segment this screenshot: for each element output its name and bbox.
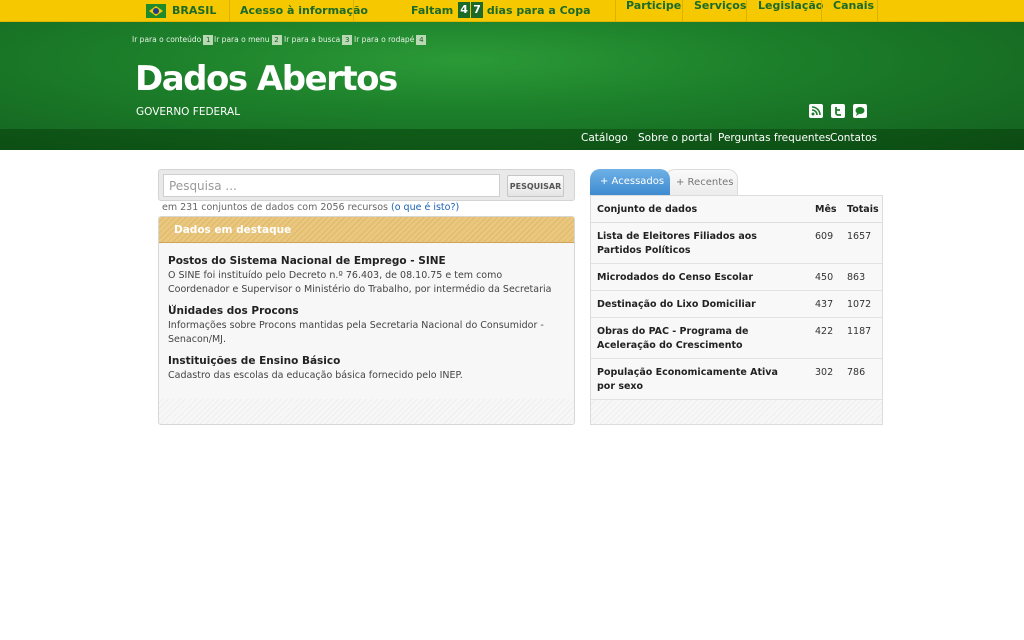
topbar-link-servicos[interactable]: Serviços <box>694 0 746 22</box>
table-header: Conjunto de dados Mês Totais <box>591 196 882 223</box>
brasil-link[interactable]: BRASIL <box>172 0 216 22</box>
total-count: 863 <box>847 272 866 283</box>
featured-heading: Dados em destaque <box>174 224 292 236</box>
twitter-icon[interactable] <box>831 104 845 118</box>
search-panel: PESQUISAR <box>158 169 575 201</box>
table-row[interactable]: Lista de Eleitores Filiados aos Partidos… <box>591 223 882 264</box>
topbar-link-participe[interactable]: Participe <box>626 0 681 22</box>
featured-item-desc: Cadastro das escolas da educação básica … <box>168 370 463 381</box>
total-count: 786 <box>847 367 866 378</box>
tab-recentes[interactable]: + Recentes <box>665 169 738 195</box>
skip-link-label: Ir para o rodapé <box>354 35 415 44</box>
dataset-name[interactable]: Microdados do Censo Escolar <box>597 271 797 285</box>
countdown: Faltam 47 dias para a Copa <box>411 0 591 22</box>
nav-catalogo[interactable]: Catálogo <box>581 132 628 144</box>
month-count: 422 <box>815 326 834 337</box>
month-count: 302 <box>815 367 834 378</box>
nav-contatos[interactable]: Contatos <box>830 132 877 144</box>
chat-icon[interactable] <box>853 104 867 118</box>
brazil-flag-icon <box>146 4 166 18</box>
tab-acessados[interactable]: + Acessados <box>590 169 670 195</box>
countdown-suffix: dias para a Copa <box>486 4 591 17</box>
column-header-total: Totais <box>847 204 879 215</box>
table-row[interactable]: Microdados do Censo Escolar 450 863 <box>591 264 882 291</box>
nav-perguntas[interactable]: Perguntas frequentes <box>718 132 831 144</box>
skip-key-badge: 1 <box>203 35 214 45</box>
featured-item-title[interactable]: Postos do Sistema Nacional de Emprego - … <box>168 255 446 267</box>
search-meta: em 231 conjuntos de dados com 2056 recur… <box>162 202 459 213</box>
search-button[interactable]: PESQUISAR <box>507 175 564 197</box>
skip-key-badge: 3 <box>342 35 353 45</box>
skip-link-label: Ir para o menu <box>214 35 270 44</box>
what-is-this-link[interactable]: (o que é isto?) <box>391 202 459 213</box>
access-info-link[interactable]: Acesso à informação <box>240 0 368 22</box>
skip-link-footer[interactable]: Ir para o rodapé 4 <box>354 35 427 45</box>
month-count: 437 <box>815 299 834 310</box>
dataset-name[interactable]: Lista de Eleitores Filiados aos Partidos… <box>597 230 797 258</box>
featured-panel: Dados em destaque Postos do Sistema Naci… <box>158 216 575 425</box>
skip-link-label: Ir para a busca <box>284 35 341 44</box>
topbar-link-canais[interactable]: Canais <box>833 0 874 22</box>
featured-list: Postos do Sistema Nacional de Emprego - … <box>159 244 574 399</box>
dataset-count-text: em 231 conjuntos de dados com 2056 recur… <box>162 202 388 213</box>
site-title[interactable]: Dados Abertos <box>135 59 398 99</box>
topbar-link-legislacao[interactable]: Legislação <box>758 0 823 22</box>
countdown-digit: 7 <box>471 2 484 18</box>
skip-link-label: Ir para o conteúdo <box>132 35 202 44</box>
table-row[interactable]: Destinação do Lixo Domiciliar 437 1072 <box>591 291 882 318</box>
nav-sobre[interactable]: Sobre o portal <box>638 132 712 144</box>
site-subtitle: GOVERNO FEDERAL <box>136 106 241 118</box>
total-count: 1657 <box>847 231 872 242</box>
featured-header: Dados em destaque <box>159 217 574 243</box>
skip-link-search[interactable]: Ir para a busca 3 <box>284 35 353 45</box>
top-government-bar: BRASIL Acesso à informação Faltam 47 dia… <box>0 0 1024 22</box>
dataset-name[interactable]: Obras do PAC - Programa de Aceleração do… <box>597 325 797 353</box>
skip-key-badge: 2 <box>271 35 282 45</box>
search-input[interactable] <box>163 174 500 197</box>
featured-item-title[interactable]: Unidades dos Procons <box>168 305 299 317</box>
countdown-digit: 4 <box>458 2 471 18</box>
column-header-month: Mês <box>815 204 837 215</box>
skip-link-menu[interactable]: Ir para o menu 2 <box>214 35 282 45</box>
countdown-prefix: Faltam <box>411 4 454 17</box>
table-row[interactable]: Obras do PAC - Programa de Aceleração do… <box>591 318 882 359</box>
column-header-dataset: Conjunto de dados <box>597 204 698 215</box>
skip-link-content[interactable]: Ir para o conteúdo 1 <box>132 35 214 45</box>
rss-icon[interactable] <box>809 104 823 118</box>
site-header: Ir para o conteúdo 1 Ir para o menu 2 Ir p… <box>0 22 1024 150</box>
table-row[interactable]: População Economicamente Ativa por sexo … <box>591 359 882 400</box>
skip-key-badge: 4 <box>416 35 427 45</box>
month-count: 450 <box>815 272 834 283</box>
most-accessed-table: Conjunto de dados Mês Totais Lista de El… <box>590 195 883 425</box>
month-count: 609 <box>815 231 834 242</box>
dataset-name[interactable]: População Economicamente Ativa por sexo <box>597 366 797 394</box>
dataset-name[interactable]: Destinação do Lixo Domiciliar <box>597 298 797 312</box>
total-count: 1187 <box>847 326 872 337</box>
featured-item-desc: Informações sobre Procons mantidas pela … <box>168 320 544 345</box>
featured-item-title[interactable]: Instituições de Ensino Básico <box>168 355 340 367</box>
total-count: 1072 <box>847 299 872 310</box>
